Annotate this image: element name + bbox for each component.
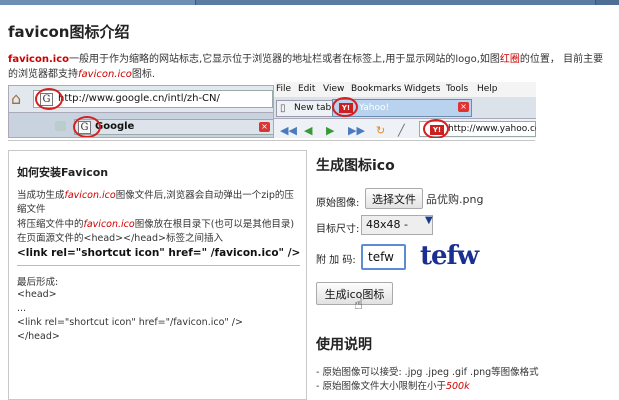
source-image-label: 原始图像: bbox=[316, 198, 360, 209]
address-url: http://www.google.cn/intl/zh-CN/ bbox=[58, 93, 220, 104]
tab-strip: ▯ New tab Y! Yahoo! × bbox=[274, 97, 536, 119]
red-circle-highlight bbox=[35, 88, 63, 110]
home-icon: ⌂ bbox=[11, 89, 22, 108]
howto-step-3: 在页面源文件的<head></head>标签之间插入 bbox=[17, 233, 223, 244]
menu-item: File bbox=[276, 84, 292, 94]
menu-item: Edit bbox=[298, 84, 316, 94]
menu-item: Widgets bbox=[404, 84, 441, 94]
code-line: </head> bbox=[17, 331, 60, 342]
top-nav-bar bbox=[0, 0, 619, 5]
new-tab: ▯ New tab bbox=[276, 100, 336, 117]
usage-item: - 原始图像文件大小限制在小于500k bbox=[316, 380, 616, 394]
code-line: ... bbox=[17, 303, 27, 314]
section-divider bbox=[8, 140, 535, 141]
choose-file-button[interactable]: 选择文件 bbox=[365, 188, 423, 209]
top-nav-tab[interactable] bbox=[0, 0, 196, 5]
reload-icon: ↻ bbox=[376, 124, 386, 137]
address-bar: G http://www.google.cn/intl/zh-CN/ bbox=[33, 90, 273, 108]
red-circle-highlight bbox=[73, 116, 101, 137]
fast-forward-icon: ▶▶ bbox=[348, 124, 365, 137]
file-name: 品优购.png bbox=[426, 193, 484, 206]
red-circle-highlight bbox=[423, 119, 449, 138]
menu-bar: File Edit View Bookmarks Widgets Tools H… bbox=[274, 82, 536, 97]
usage-title: 使用说明 bbox=[316, 337, 372, 353]
chevron-down-icon[interactable]: ▼ bbox=[425, 215, 433, 226]
red-circle-highlight bbox=[332, 97, 358, 117]
final-label: 最后形成: bbox=[17, 277, 59, 288]
intro-paragraph: favicon.ico一般用于作为缩略的网站标志,它显示位于浏览器的地址栏或者在… bbox=[8, 52, 613, 82]
intro-highlight: 红圈 bbox=[499, 54, 520, 65]
browser-demo-yahoo: File Edit View Bookmarks Widgets Tools H… bbox=[274, 82, 536, 138]
howto-text: 图像放在根目录下(也可以是其他目录) bbox=[134, 219, 295, 230]
tab-strip: G Google × bbox=[9, 112, 273, 137]
howto-text: 将压缩文件中的 bbox=[17, 219, 84, 230]
google-tab: G Google × bbox=[74, 119, 273, 135]
forward-icon: ▶ bbox=[326, 124, 335, 137]
howto-step-1: 当成功生成favicon.ico图像文件后,浏览器会自动弹出一个zip的压缩文件 bbox=[17, 189, 302, 217]
close-icon: × bbox=[259, 122, 270, 132]
menu-item: View bbox=[323, 84, 345, 94]
usage-item: - 原始图像可以接受: .jpg .jpeg .gif .png等图像格式 bbox=[316, 367, 539, 378]
nav-toolbar: ◀◀ ◀ ▶ ▶▶ ↻ ╱ Y! http://www.yahoo.com bbox=[274, 119, 536, 138]
yahoo-tab-label: Yahoo! bbox=[359, 103, 390, 113]
top-nav-tab[interactable] bbox=[196, 0, 596, 5]
rewind-icon: ◀◀ bbox=[280, 124, 297, 137]
intro-text-1: 一般用于作为缩略的网站标志,它显示位于浏览器的地址栏或者在标签上,用于显示网站的… bbox=[69, 54, 500, 65]
browser-demo-google: ⌂ G http://www.google.cn/intl/zh-CN/ G G… bbox=[8, 85, 274, 138]
favicon-term: favicon.ico bbox=[64, 190, 116, 201]
howto-text: 当成功生成 bbox=[17, 190, 65, 201]
target-size-label: 目标尺寸: bbox=[316, 224, 360, 235]
address-url: http://www.yahoo.com bbox=[448, 124, 536, 134]
new-tab-label: New tab bbox=[294, 103, 332, 113]
size-limit: 500k bbox=[445, 381, 470, 392]
captcha-label: 附 加 码: bbox=[316, 255, 356, 266]
menu-item: Tools bbox=[446, 84, 469, 94]
page-title: favicon图标介绍 bbox=[8, 23, 130, 41]
hand-cursor-icon: ☝ bbox=[354, 295, 364, 313]
howto-title: 如何安装Favicon bbox=[17, 166, 109, 179]
favicon-term: favicon.ico bbox=[83, 219, 135, 230]
favicon-term-2: favicon.ico bbox=[78, 69, 132, 80]
link-code: <link rel="shortcut icon" href=" /favico… bbox=[17, 247, 301, 259]
howto-step-2: 将压缩文件中的favicon.ico图像放在根目录下(也可以是其他目录) bbox=[17, 218, 302, 232]
menu-item: Help bbox=[477, 84, 498, 94]
favicon-term: favicon.ico bbox=[8, 54, 69, 65]
page-icon: ▯ bbox=[280, 103, 286, 114]
generator-title: 生成图标ico bbox=[316, 158, 395, 174]
captcha-input[interactable] bbox=[361, 244, 406, 270]
edit-icon: ╱ bbox=[398, 124, 405, 137]
usage-list: - 原始图像可以接受: .jpg .jpeg .gif .png等图像格式 - … bbox=[316, 366, 616, 394]
usage-text: - 原始图像文件大小限制在小于 bbox=[316, 381, 446, 392]
intro-text-3: 图标. bbox=[131, 69, 156, 80]
howto-panel: 如何安装Favicon 当成功生成favicon.ico图像文件后,浏览器会自动… bbox=[8, 150, 307, 400]
howto-divider bbox=[17, 265, 300, 266]
menu-item: Bookmarks bbox=[351, 84, 402, 94]
code-line: <head> bbox=[17, 289, 57, 300]
captcha-image[interactable]: tefw bbox=[420, 241, 479, 271]
tab-nav-button bbox=[55, 121, 66, 131]
size-select[interactable]: 48x48 - bbox=[361, 215, 433, 235]
back-icon: ◀ bbox=[304, 124, 313, 137]
close-icon: × bbox=[458, 102, 469, 112]
code-line: <link rel="shortcut icon" href="/favicon… bbox=[17, 317, 243, 328]
